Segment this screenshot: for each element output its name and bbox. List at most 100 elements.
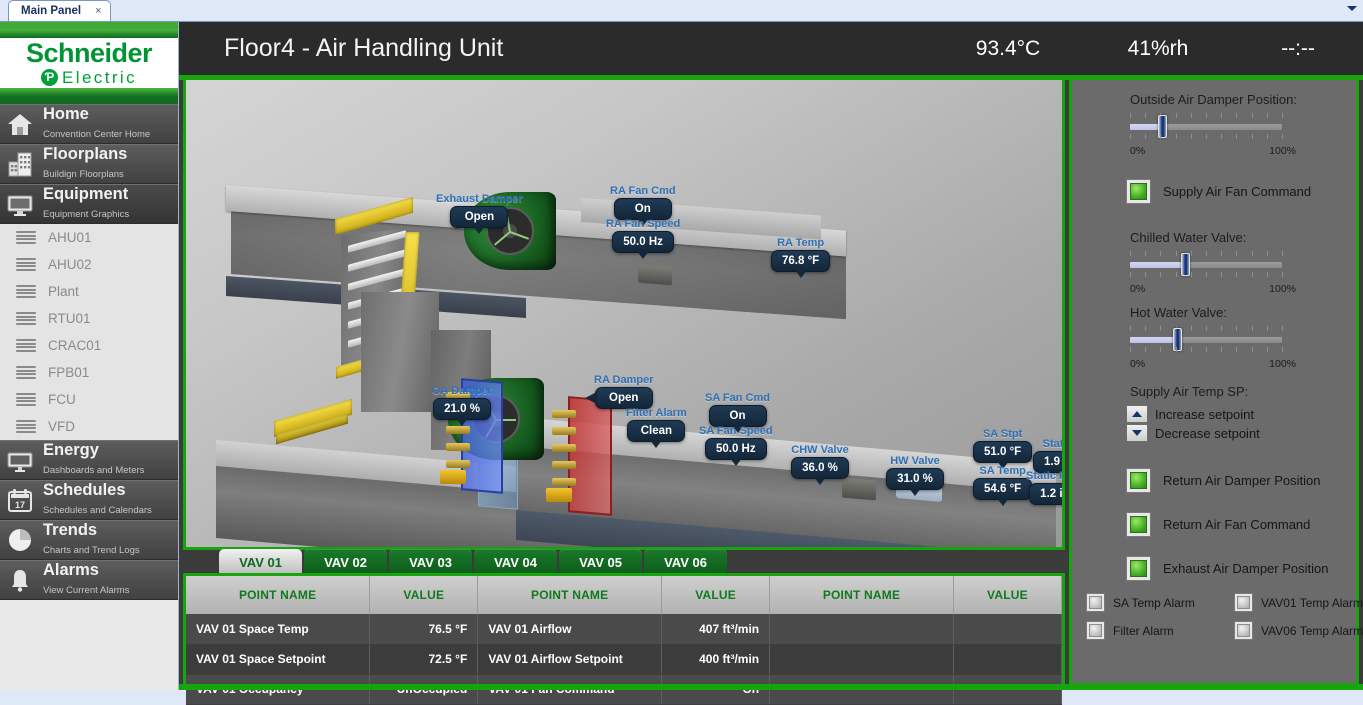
return-air-fan-command-label: Return Air Fan Command [1163,517,1310,532]
callout-value[interactable]: 31.0 % [886,468,944,490]
exhaust-air-damper-position-row[interactable]: Exhaust Air Damper Position [1126,556,1356,581]
callout-value[interactable]: 50.0 Hz [612,231,674,253]
chw-valve-slider[interactable] [1130,251,1282,277]
sidebar-item-label: VFD [48,419,75,434]
callout-chw-valve[interactable]: CHW Valve 36.0 % [791,444,849,479]
sidebar: Schneider Ƥ Electric Home Convention Cen… [0,22,179,690]
point-name: VAV 01 Space Setpoint [186,644,370,674]
tab-vav-03[interactable]: VAV 03 [389,549,472,576]
sa-temp-alarm-cell[interactable]: SA Temp Alarm [1086,593,1234,612]
callout-value[interactable]: 51.0 °F [973,441,1032,463]
callout-value[interactable]: 76.8 °F [771,250,830,272]
return-air-damper-position-row[interactable]: Return Air Damper Position [1126,468,1356,493]
callout-ra-fan-cmd[interactable]: RA Fan Cmd On [610,185,676,220]
sidebar-item-ahu02[interactable]: AHU02 [0,251,178,278]
tab-vav-04[interactable]: VAV 04 [474,549,557,576]
sidebar-item-text: Alarms View Current Alarms [43,562,129,598]
vav01-temp-alarm-label: VAV01 Temp Alarm [1261,596,1363,610]
callout-ra-damper[interactable]: RA Damper Open [594,374,654,409]
tab-vav-05[interactable]: VAV 05 [559,549,642,576]
callout-sa-temp[interactable]: SA Temp 54.6 °F [973,465,1032,500]
vav01-temp-alarm-indicator[interactable] [1234,593,1253,612]
callout-value[interactable]: On [709,405,767,427]
chevron-down-icon[interactable] [1347,6,1357,11]
ahu-diagram[interactable]: Exhaust Damper Open RA Fan Cmd On RA Fan… [186,80,1062,547]
sidebar-item-fcu[interactable]: FCU [0,386,178,413]
sidebar-item-title: Equipment [43,185,128,203]
increase-setpoint-button[interactable] [1126,405,1148,423]
slider-fill [1130,337,1177,343]
filter-alarm-cell[interactable]: Filter Alarm [1086,621,1234,640]
callout-static-pressure[interactable]: Static Pressure 1.2 inH₂O [1026,470,1062,505]
callout-value[interactable]: Open [595,387,653,409]
sidebar-item-schedules[interactable]: 17 Schedules Schedules and Calendars [0,480,178,520]
sa-temp-sp-label: Supply Air Temp SP: [1130,384,1356,399]
tab-vav-02[interactable]: VAV 02 [304,549,387,576]
callout-sa-fan-cmd[interactable]: SA Fan Cmd On [705,392,770,427]
tab-main-panel[interactable]: Main Panel × [8,0,111,21]
callout-sa-stpt[interactable]: SA Stpt 51.0 °F [973,428,1032,463]
point-name: VAV 01 Airflow Setpoint [478,644,662,674]
sa-temp-alarm-indicator[interactable] [1086,593,1105,612]
sidebar-item-crac01[interactable]: CRAC01 [0,332,178,359]
point-name [770,644,954,674]
supply-air-fan-command-indicator[interactable] [1126,179,1151,204]
table-header-row: POINT NAME VALUE POINT NAME VALUE POINT … [186,576,1062,614]
status-lamp [1237,624,1250,637]
sidebar-item-ahu01[interactable]: AHU01 [0,224,178,251]
vav06-temp-alarm-indicator[interactable] [1234,621,1253,640]
slider-ticks-bottom [1130,134,1282,139]
callout-value[interactable]: 1.2 inH₂O [1029,483,1062,505]
tab-vav-06[interactable]: VAV 06 [644,549,727,576]
chw-valve-slider-label: Chilled Water Valve: [1130,230,1356,245]
callout-oa-damper[interactable]: OA Damper 21.0 % [432,385,492,420]
slider-min-label: 0% [1130,358,1145,370]
callout-value[interactable]: On [614,198,672,220]
exhaust-air-damper-position-indicator[interactable] [1126,556,1151,581]
vav06-temp-alarm-cell[interactable]: VAV06 Temp Alarm [1234,621,1363,640]
sidebar-item-vfd[interactable]: VFD [0,413,178,440]
oa-damper-slider[interactable] [1130,113,1282,139]
sidebar-item-trends[interactable]: Trends Charts and Trend Logs [0,520,178,560]
sidebar-item-label: AHU02 [48,257,92,272]
callout-value[interactable]: 36.0 % [791,457,849,479]
status-lamp [1089,624,1102,637]
hw-valve-slider[interactable] [1130,326,1282,352]
callout-ra-temp[interactable]: RA Temp 76.8 °F [771,237,830,272]
sidebar-item-energy[interactable]: Energy Dashboards and Meters [0,440,178,480]
callout-ra-fan-speed[interactable]: RA Fan Speed 50.0 Hz [606,218,680,253]
list-icon [16,312,36,325]
callout-value[interactable]: Clean [627,420,685,442]
callout-static-stpt[interactable]: Static Stpt 1.9 inH₂O [1033,438,1062,473]
sidebar-item-subtitle: Buildign Floorplans [43,169,124,180]
slider-max-label: 100% [1269,358,1296,370]
callout-value[interactable]: 21.0 % [433,398,491,420]
decrease-setpoint-row[interactable]: Decrease setpoint [1126,424,1356,442]
callout-sa-fan-speed[interactable]: SA Fan Speed 50.0 Hz [699,425,773,460]
tab-vav-01[interactable]: VAV 01 [219,549,302,576]
sidebar-item-plant[interactable]: Plant [0,278,178,305]
filter-alarm-indicator[interactable] [1086,621,1105,640]
close-icon[interactable]: × [95,6,101,17]
sidebar-item-fpb01[interactable]: FPB01 [0,359,178,386]
increase-setpoint-row[interactable]: Increase setpoint [1126,405,1356,423]
sidebar-item-alarms[interactable]: Alarms View Current Alarms [0,560,178,600]
callout-value[interactable]: Open [450,206,508,228]
return-air-fan-command-indicator[interactable] [1126,512,1151,537]
supply-air-fan-command-row[interactable]: Supply Air Fan Command [1126,179,1356,204]
callout-exhaust-damper[interactable]: Exhaust Damper Open [436,193,523,228]
sidebar-item-title: Alarms [43,561,99,579]
decrease-setpoint-button[interactable] [1126,424,1148,442]
callout-filter-alarm[interactable]: Filter Alarm Clean [626,407,687,442]
return-air-fan-command-row[interactable]: Return Air Fan Command [1126,512,1356,537]
callout-hw-valve[interactable]: HW Valve 31.0 % [886,455,944,490]
return-air-damper-position-indicator[interactable] [1126,468,1151,493]
vav01-temp-alarm-cell[interactable]: VAV01 Temp Alarm [1234,593,1363,612]
sidebar-item-rtu01[interactable]: RTU01 [0,305,178,332]
callout-value[interactable]: 54.6 °F [973,478,1032,500]
sidebar-item-floorplans[interactable]: Floorplans Buildign Floorplans [0,144,178,184]
callout-value[interactable]: 50.0 Hz [705,438,767,460]
sidebar-item-equipment[interactable]: Equipment Equipment Graphics [0,184,178,224]
sidebar-item-home[interactable]: Home Convention Center Home [0,104,178,144]
monitor-icon [6,190,34,218]
